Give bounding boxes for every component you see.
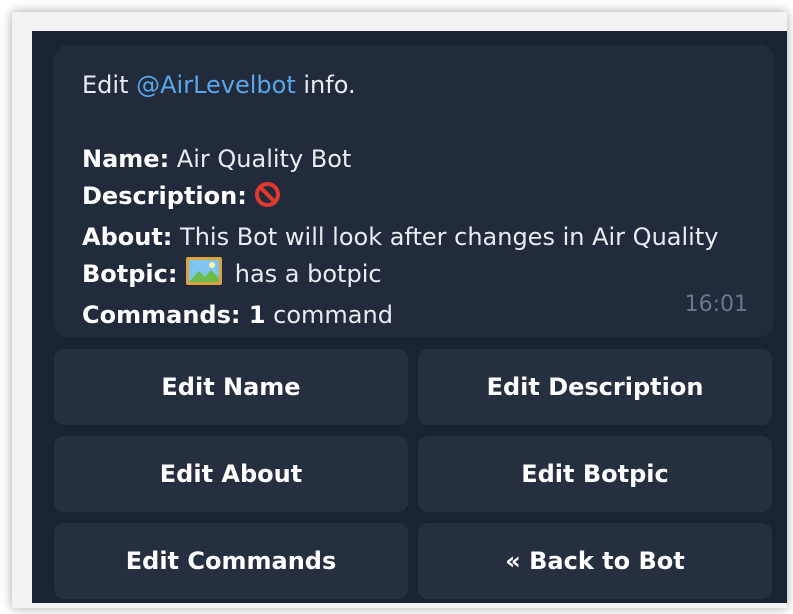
intro-prefix: Edit	[82, 71, 137, 99]
name-label: Name:	[82, 145, 170, 173]
edit-botpic-button[interactable]: Edit Botpic	[418, 436, 772, 512]
name-value: Air Quality Bot	[169, 145, 352, 173]
message-intro: Edit @AirLevelbot info.	[82, 67, 746, 104]
commands-label: Commands:	[82, 301, 241, 329]
about-value: This Bot will look after changes in Air …	[172, 223, 719, 251]
message-bubble: Edit @AirLevelbot info. Name: Air Qualit…	[54, 45, 774, 337]
description-line: Description:	[82, 178, 746, 219]
chat-area: Edit @AirLevelbot info. Name: Air Qualit…	[32, 31, 787, 603]
commands-count: 1	[240, 301, 266, 329]
bot-mention-link[interactable]: @AirLevelbot	[136, 71, 296, 99]
about-label: About:	[82, 223, 173, 251]
prohibited-icon	[254, 181, 281, 219]
commands-value: command	[265, 301, 393, 329]
botpic-label: Botpic:	[82, 260, 178, 288]
message-timestamp: 16:01	[684, 292, 748, 317]
framed-picture-icon	[185, 256, 223, 297]
edit-commands-button[interactable]: Edit Commands	[54, 523, 408, 599]
edit-about-button[interactable]: Edit About	[54, 436, 408, 512]
intro-suffix: info.	[295, 71, 356, 99]
edit-description-button[interactable]: Edit Description	[418, 349, 772, 425]
name-line: Name: Air Quality Bot	[82, 141, 746, 178]
botpic-line: Botpic: has a botpic	[82, 256, 746, 297]
about-line: About: This Bot will look after changes …	[82, 219, 746, 256]
botpic-value: has a botpic	[227, 260, 382, 288]
edit-name-button[interactable]: Edit Name	[54, 349, 408, 425]
commands-line: Commands: 1 command	[82, 297, 746, 334]
back-to-bot-button[interactable]: « Back to Bot	[418, 523, 772, 599]
description-label: Description:	[82, 182, 247, 210]
